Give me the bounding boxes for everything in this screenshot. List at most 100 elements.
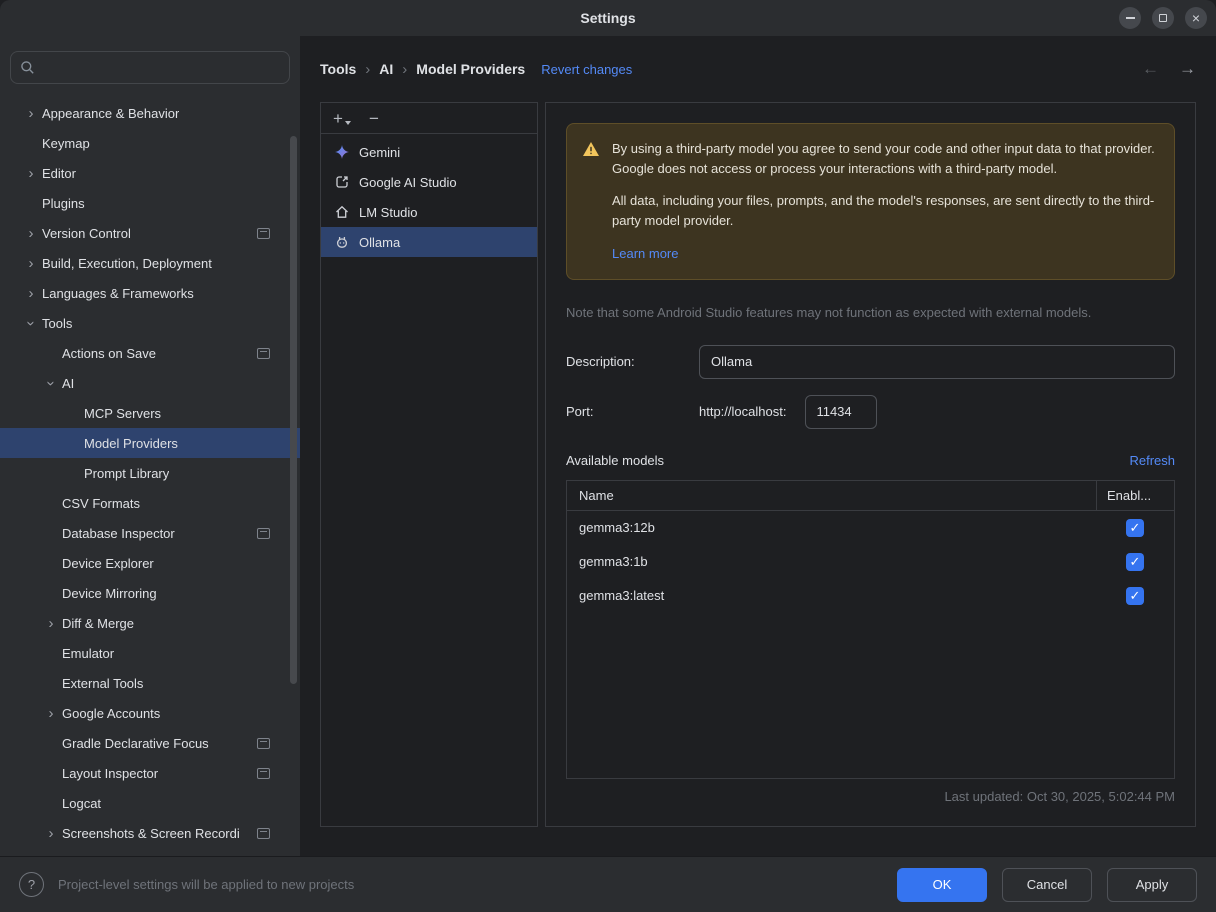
warning-icon xyxy=(582,141,600,157)
sidebar-item-actions-on-save[interactable]: Actions on Save xyxy=(0,338,300,368)
sidebar-scrollbar[interactable] xyxy=(290,136,297,684)
sidebar-item-label: Actions on Save xyxy=(62,346,156,361)
breadcrumb-tools[interactable]: Tools xyxy=(320,61,356,77)
sidebar-item-label: Device Explorer xyxy=(62,556,154,571)
settings-content: Tools › AI › Model Providers Revert chan… xyxy=(300,36,1216,856)
sidebar-item-model-providers[interactable]: Model Providers xyxy=(0,428,300,458)
table-row[interactable]: gemma3:latest ✓ xyxy=(567,579,1174,613)
breadcrumb-ai[interactable]: AI xyxy=(379,61,393,77)
sidebar-item-label: Appearance & Behavior xyxy=(42,106,179,121)
help-button[interactable]: ? xyxy=(19,872,44,897)
search-icon xyxy=(20,60,35,75)
port-input[interactable] xyxy=(805,395,877,429)
sidebar-item-plugins[interactable]: Plugins xyxy=(0,188,300,218)
sidebar-item-languages-frameworks[interactable]: ›Languages & Frameworks xyxy=(0,278,300,308)
settings-tree: ›Appearance & Behavior Keymap ›Editor Pl… xyxy=(0,98,300,856)
sidebar-item-external-tools[interactable]: External Tools xyxy=(0,668,300,698)
model-enabled-checkbox[interactable]: ✓ xyxy=(1126,553,1144,571)
add-provider-button[interactable]: + xyxy=(333,110,351,127)
provider-list: Gemini Google AI Studio LM Studio O xyxy=(321,134,537,826)
close-button[interactable]: × xyxy=(1185,7,1207,29)
sidebar-item-gradle-declarative-focus[interactable]: Gradle Declarative Focus xyxy=(0,728,300,758)
screen-badge-icon xyxy=(257,768,270,779)
maximize-button[interactable] xyxy=(1152,7,1174,29)
search-input[interactable] xyxy=(42,60,280,75)
sidebar-item-diff-merge[interactable]: ›Diff & Merge xyxy=(0,608,300,638)
remove-provider-button[interactable]: − xyxy=(369,110,379,127)
chevron-right-icon: › xyxy=(20,226,42,241)
chevron-right-icon: › xyxy=(20,256,42,271)
check-icon: ✓ xyxy=(1130,555,1141,568)
sidebar-item-label: MCP Servers xyxy=(84,406,161,421)
provider-label: LM Studio xyxy=(359,205,418,220)
table-row[interactable]: gemma3:1b ✓ xyxy=(567,545,1174,579)
provider-item-gemini[interactable]: Gemini xyxy=(321,137,537,167)
question-icon: ? xyxy=(28,877,35,892)
sidebar-item-logcat[interactable]: Logcat xyxy=(0,788,300,818)
ok-button[interactable]: OK xyxy=(897,868,987,902)
chevron-right-icon: › xyxy=(20,286,42,301)
breadcrumb-separator-icon: › xyxy=(402,61,407,78)
port-row: Port: http://localhost: xyxy=(566,395,1175,429)
forward-arrow-icon[interactable]: → xyxy=(1179,59,1196,79)
sidebar-item-label: Logcat xyxy=(62,796,101,811)
breadcrumb-model-providers[interactable]: Model Providers xyxy=(416,61,525,77)
breadcrumb: Tools › AI › Model Providers xyxy=(320,61,525,78)
minimize-button[interactable] xyxy=(1119,7,1141,29)
provider-list-panel: + − Gemini Google AI Studio xyxy=(320,102,538,827)
sidebar-item-editor[interactable]: ›Editor xyxy=(0,158,300,188)
model-providers-panels: + − Gemini Google AI Studio xyxy=(300,102,1216,856)
provider-item-lm-studio[interactable]: LM Studio xyxy=(321,197,537,227)
window-controls: × xyxy=(1119,7,1207,29)
sidebar-item-database-inspector[interactable]: Database Inspector xyxy=(0,518,300,548)
table-row[interactable]: gemma3:12b ✓ xyxy=(567,511,1174,545)
sidebar-item-build-execution-deployment[interactable]: ›Build, Execution, Deployment xyxy=(0,248,300,278)
learn-more-link[interactable]: Learn more xyxy=(612,244,678,264)
enabled-column-header[interactable]: Enabl... xyxy=(1096,481,1174,510)
check-icon: ✓ xyxy=(1130,589,1141,602)
sidebar-item-prompt-library[interactable]: Prompt Library xyxy=(0,458,300,488)
models-table-header: Name Enabl... xyxy=(567,481,1174,511)
provider-item-ollama[interactable]: Ollama xyxy=(321,227,537,257)
model-name: gemma3:12b xyxy=(567,520,1096,535)
enabled-cell: ✓ xyxy=(1096,553,1174,571)
sidebar-item-layout-inspector[interactable]: Layout Inspector xyxy=(0,758,300,788)
sidebar-item-version-control[interactable]: ›Version Control xyxy=(0,218,300,248)
sidebar-item-label: Prompt Library xyxy=(84,466,169,481)
model-enabled-checkbox[interactable]: ✓ xyxy=(1126,587,1144,605)
history-nav: ← → xyxy=(1142,59,1196,79)
sidebar-item-tools[interactable]: ›Tools xyxy=(0,308,300,338)
description-row: Description: xyxy=(566,345,1175,379)
sidebar-item-google-accounts[interactable]: ›Google Accounts xyxy=(0,698,300,728)
name-column-header[interactable]: Name xyxy=(567,481,1096,510)
sidebar-item-ai[interactable]: ›AI xyxy=(0,368,300,398)
refresh-link[interactable]: Refresh xyxy=(1129,453,1175,468)
model-enabled-checkbox[interactable]: ✓ xyxy=(1126,519,1144,537)
description-label: Description: xyxy=(566,354,699,369)
provider-item-google-ai-studio[interactable]: Google AI Studio xyxy=(321,167,537,197)
sidebar-item-device-explorer[interactable]: Device Explorer xyxy=(0,548,300,578)
back-arrow-icon[interactable]: ← xyxy=(1142,59,1159,79)
sidebar-item-appearance-behavior[interactable]: ›Appearance & Behavior xyxy=(0,98,300,128)
minus-icon: − xyxy=(369,110,379,127)
settings-search-box[interactable] xyxy=(10,51,290,84)
apply-button[interactable]: Apply xyxy=(1107,868,1197,902)
sidebar-item-csv-formats[interactable]: CSV Formats xyxy=(0,488,300,518)
available-models-row: Available models Refresh xyxy=(566,453,1175,468)
description-input[interactable] xyxy=(699,345,1175,379)
model-name: gemma3:1b xyxy=(567,554,1096,569)
sidebar-item-keymap[interactable]: Keymap xyxy=(0,128,300,158)
sidebar-item-mcp-servers[interactable]: MCP Servers xyxy=(0,398,300,428)
check-icon: ✓ xyxy=(1130,521,1141,534)
sidebar-item-device-mirroring[interactable]: Device Mirroring xyxy=(0,578,300,608)
sidebar-item-label: Screenshots & Screen Recordi xyxy=(62,826,240,841)
cancel-button[interactable]: Cancel xyxy=(1002,868,1092,902)
sidebar-item-screenshots[interactable]: ›Screenshots & Screen Recordi xyxy=(0,818,300,848)
chevron-down-icon: › xyxy=(44,372,59,394)
revert-changes-link[interactable]: Revert changes xyxy=(541,62,632,77)
breadcrumb-separator-icon: › xyxy=(365,61,370,78)
sidebar-item-label: Database Inspector xyxy=(62,526,175,541)
sidebar-item-label: Diff & Merge xyxy=(62,616,134,631)
sidebar-item-emulator[interactable]: Emulator xyxy=(0,638,300,668)
warning-paragraph-2: All data, including your files, prompts,… xyxy=(612,191,1156,230)
